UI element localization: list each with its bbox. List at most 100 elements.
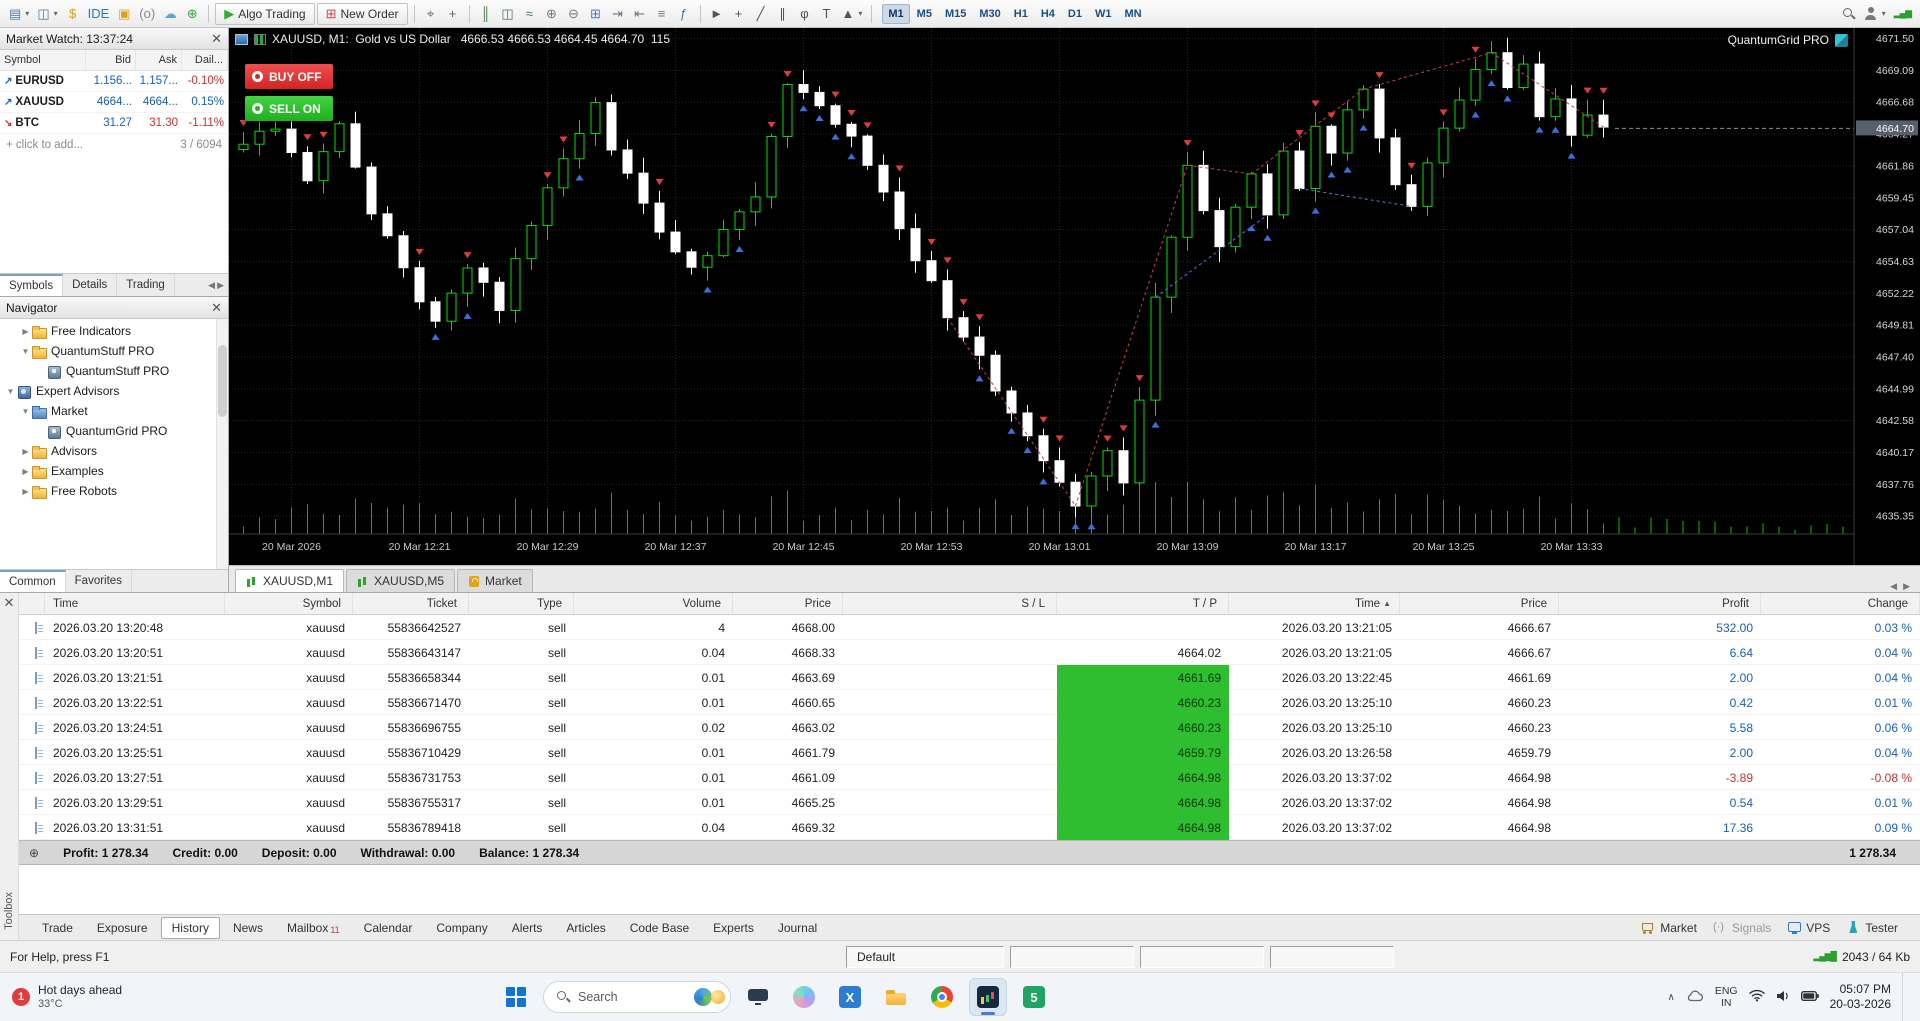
column-header[interactable]: Ask — [136, 50, 182, 70]
service-link[interactable]: Market — [1641, 921, 1697, 935]
market-watch-tab[interactable]: Trading — [117, 274, 175, 296]
history-row[interactable]: 2026.03.20 13:20:48 xauusd 55836642527 s… — [19, 615, 1920, 640]
timeframe-button[interactable]: M15 — [939, 4, 972, 24]
add-symbol-row[interactable]: + click to add... 3 / 6094 — [0, 134, 228, 155]
language-indicator[interactable]: ENG IN — [1715, 985, 1738, 1009]
close-icon[interactable]: ✕ — [211, 301, 222, 314]
history-column-header[interactable]: Profit — [1559, 593, 1761, 614]
channel-icon[interactable]: ∥ — [773, 3, 793, 25]
timeframe-button[interactable]: M1 — [882, 3, 910, 24]
toolbox-tab[interactable]: Code Base — [619, 917, 700, 939]
line-chart-icon[interactable]: ≈ — [520, 3, 540, 25]
navigator-tab[interactable]: Common — [0, 570, 66, 592]
toolbar-item[interactable] — [413, 4, 415, 23]
service-link[interactable]: VPS — [1787, 921, 1830, 935]
navigator-item[interactable]: QuantumGrid PRO — [0, 421, 228, 441]
tabs-scroll-right-icon[interactable]: ▶ — [1903, 581, 1910, 592]
search-button[interactable] — [1839, 3, 1859, 25]
sell-button[interactable]: SELL ON — [245, 96, 333, 121]
timeframe-button[interactable]: H1 — [1008, 4, 1034, 24]
toolbar-item[interactable] — [871, 4, 873, 23]
history-row[interactable]: 2026.03.20 13:29:51 xauusd 55836755317 s… — [19, 790, 1920, 815]
autoscroll-icon[interactable]: ⇥ — [608, 3, 628, 25]
expand-icon[interactable]: ▼ — [19, 347, 32, 356]
navigator-item[interactable]: ▶ Free Robots — [0, 481, 228, 501]
service-link[interactable]: Signals — [1713, 921, 1771, 935]
timeframe-button[interactable]: D1 — [1062, 4, 1088, 24]
objects-list-icon[interactable]: ≡ — [652, 3, 672, 25]
market-watch-tab[interactable]: Details — [63, 274, 118, 296]
history-row[interactable]: 2026.03.20 13:21:51 xauusd 55836658344 s… — [19, 665, 1920, 690]
pointer-icon[interactable]: ► — [707, 3, 727, 25]
toolbox-tab[interactable]: Exposure — [86, 917, 159, 939]
metatrader-app-icon[interactable] — [969, 978, 1007, 1016]
history-column-header[interactable]: Time — [45, 593, 225, 614]
chrome-app-icon[interactable] — [923, 978, 961, 1016]
profile-selector[interactable]: Default — [846, 945, 1004, 968]
text-tool-icon[interactable]: T — [817, 3, 837, 25]
chart-shift-icon[interactable]: ⇤ — [630, 3, 650, 25]
history-column-header[interactable]: Type — [469, 593, 574, 614]
price-chart[interactable]: 4671.504669.094666.684664.274661.864659.… — [229, 28, 1920, 565]
navigator-tab[interactable]: Favorites — [66, 570, 132, 592]
tray-overflow-icon[interactable]: ∧ — [1668, 992, 1675, 1003]
desktop-app-icon[interactable] — [739, 978, 777, 1016]
toolbox-tab[interactable]: Articles — [555, 917, 616, 939]
history-row[interactable]: 2026.03.20 13:27:51 xauusd 55836731753 s… — [19, 765, 1920, 790]
toolbox-tab[interactable]: Journal — [767, 917, 828, 939]
history-row[interactable]: 2026.03.20 13:22:51 xauusd 55836671470 s… — [19, 690, 1920, 715]
navigator-item[interactable]: ▶ Examples — [0, 461, 228, 481]
market-watch-row[interactable]: ↘ BTC 31.27 31.30 -1.11% — [0, 113, 228, 134]
expand-icon[interactable]: ▶ — [19, 487, 32, 496]
expand-icon[interactable]: ▶ — [19, 467, 32, 476]
history-column-header[interactable]: T / P — [1057, 593, 1229, 614]
cursor-icon[interactable]: ⌖ — [421, 3, 441, 25]
tabs-scroll-left-icon[interactable]: ◀ — [1890, 581, 1897, 592]
zoom-out-icon[interactable]: ⊖ — [564, 3, 584, 25]
profiles-icon[interactable]: ◫ ▾ — [34, 3, 60, 25]
chart-area[interactable]: 4671.504669.094666.684664.274661.864659.… — [229, 28, 1920, 592]
weather-widget[interactable]: 1 Hot days ahead 33°C — [0, 983, 230, 1011]
battery-icon[interactable] — [1800, 990, 1819, 1004]
history-row[interactable]: 2026.03.20 13:24:51 xauusd 55836696755 s… — [19, 715, 1920, 740]
history-column-header[interactable]: Ticket — [353, 593, 469, 614]
timeframe-button[interactable]: MN — [1118, 4, 1147, 24]
navigator-item[interactable]: ▶ Advisors — [0, 441, 228, 461]
algo-trading-button[interactable]: ▶ Algo Trading — [215, 2, 315, 25]
history-column-header[interactable]: Volume — [574, 593, 733, 614]
navigator-item[interactable]: ▼ Market — [0, 401, 228, 421]
column-header[interactable]: Bid — [86, 50, 136, 70]
wifi-icon[interactable] — [1748, 989, 1765, 1005]
history-column-header[interactable]: Change — [1761, 593, 1920, 614]
crosshair-icon[interactable]: + — [443, 3, 463, 25]
shapes-icon[interactable]: ▲ ▾ — [839, 3, 866, 25]
file-explorer-icon[interactable] — [877, 978, 915, 1016]
expand-icon[interactable]: ▶ — [19, 327, 32, 336]
toolbar-item[interactable] — [208, 4, 210, 23]
new-chart-icon[interactable]: ▤ ▾ — [6, 3, 32, 25]
cloud-icon[interactable]: ☁ — [160, 3, 180, 25]
broadcast-icon[interactable]: (o) — [136, 3, 158, 25]
copilot-app-icon[interactable] — [785, 978, 823, 1016]
chart-menu-icon[interactable] — [235, 33, 248, 45]
navigator-item[interactable]: QuantumStuff PRO — [0, 361, 228, 381]
toolbox-tab[interactable]: History — [160, 916, 220, 939]
draw-crosshair-icon[interactable]: + — [729, 3, 749, 25]
scrollbar-thumb[interactable] — [218, 345, 227, 417]
account-menu-button[interactable]: ▾ — [1861, 3, 1889, 25]
history-column-header[interactable]: Time ▲ — [1229, 593, 1400, 614]
indicators-icon[interactable]: ƒ — [674, 3, 694, 25]
timeframe-button[interactable]: M30 — [973, 4, 1006, 24]
zoom-in-icon[interactable]: ⊕ — [542, 3, 562, 25]
timeframe-button[interactable]: W1 — [1089, 4, 1118, 24]
scroll-left-icon[interactable]: ◀ — [208, 280, 215, 291]
onedrive-icon[interactable] — [1686, 990, 1704, 1005]
navigator-scrollbar[interactable] — [216, 319, 228, 569]
wps-app-icon[interactable] — [1015, 978, 1053, 1016]
history-column-header[interactable]: Price — [733, 593, 843, 614]
new-order-button[interactable]: ⊞ New Order — [316, 2, 408, 25]
market-watch-row[interactable]: ↗ EURUSD 1.156... 1.157... -0.10% — [0, 71, 228, 92]
history-column-header[interactable]: Price — [1400, 593, 1559, 614]
add-account-icon[interactable]: ⊕ — [182, 3, 202, 25]
buy-button[interactable]: BUY OFF — [245, 64, 333, 89]
